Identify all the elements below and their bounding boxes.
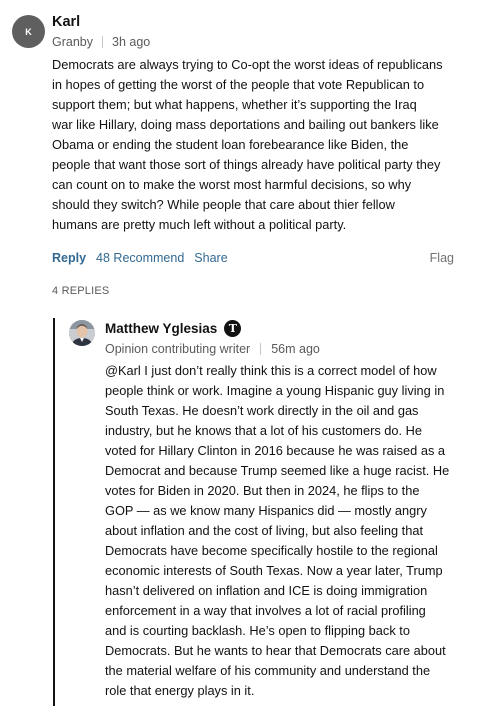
reply-line: hasn’t delivered on inflation and ICE is…: [105, 583, 428, 598]
comment-line: people that want those sort of things al…: [52, 157, 441, 172]
reply-role: Opinion contributing writer: [105, 342, 251, 356]
reply-button[interactable]: Reply: [52, 251, 86, 265]
reply-author-name[interactable]: Matthew Yglesias: [105, 321, 217, 336]
nyt-badge-icon: T: [224, 320, 242, 337]
comment-timestamp: 3h ago: [112, 35, 151, 49]
reply-line: the material welfare of his community an…: [105, 663, 431, 678]
replies-count[interactable]: 4 REPLIES: [52, 285, 109, 297]
reply-line: Democrat and because Trump seemed like a…: [105, 463, 450, 478]
comment-line: Obama or ending the student loan forebea…: [52, 137, 409, 152]
reply-line: votes for Biden in 2020. But then in 202…: [105, 483, 420, 498]
reply-line: role that energy plays in it.: [105, 683, 255, 698]
reply-line: Democrats have become specifically hosti…: [105, 543, 438, 558]
comment-line: support them; but what happens, whether …: [52, 97, 417, 112]
share-button[interactable]: Share: [194, 251, 227, 265]
comment-body: Democrats are always trying to Co-opt th…: [52, 55, 462, 235]
reply-line: enforcement in a way that involves a lot…: [105, 603, 426, 618]
reply-author: Matthew Yglesias T: [105, 320, 242, 337]
reply-line: voted for Hillary Clinton in 2016 becaus…: [105, 443, 446, 458]
avatar[interactable]: [69, 320, 95, 346]
reply-line: South Texas. He doesn’t work directly in…: [105, 403, 419, 418]
reply-body: @Karl I just don’t really think this is …: [105, 361, 470, 701]
reply-line: economic interests of South Texas. Now a…: [105, 563, 443, 578]
meta-divider: [102, 36, 103, 48]
reply-line: about inflation and the cost of living, …: [105, 523, 424, 538]
reply-line: @Karl I just don’t really think this is …: [105, 363, 437, 378]
comment-line: can count on to make the worst most harm…: [52, 177, 412, 192]
comment-meta: Granby 3h ago: [52, 35, 150, 49]
reply-timestamp: 56m ago: [271, 342, 320, 356]
reply-line: GOP — as we know many Hispanics did — mo…: [105, 503, 427, 518]
comment-location: Granby: [52, 35, 93, 49]
recommend-button[interactable]: 48 Recommend: [96, 251, 184, 265]
reply-meta: Opinion contributing writer 56m ago: [105, 342, 320, 356]
comment-line: Democrats are always trying to Co-opt th…: [52, 57, 443, 72]
avatar[interactable]: K: [12, 15, 45, 48]
reply-line: and is courting backlash. He’s open to f…: [105, 623, 410, 638]
flag-button[interactable]: Flag: [430, 251, 454, 265]
comment-author[interactable]: Karl: [52, 14, 80, 30]
reply-line: Democrats. But he wants to hear that Dem…: [105, 643, 446, 658]
comment-actions: Reply 48 Recommend Share Flag: [52, 251, 454, 265]
comment-line: should they switch? While people that ca…: [52, 197, 395, 212]
comment-line: war like Hillary, doing mass deportation…: [52, 117, 439, 132]
avatar-photo-icon: [69, 320, 95, 346]
comment-line: humans are pretty much left without a po…: [52, 217, 347, 232]
reply-line: people think or work. Imagine a young Hi…: [105, 383, 445, 398]
thread-line: [53, 318, 55, 706]
reply-line: industry, but he knows that a lot of his…: [105, 423, 422, 438]
comment-line: in hopes of getting the worst of the peo…: [52, 77, 425, 92]
meta-divider: [260, 343, 262, 355]
